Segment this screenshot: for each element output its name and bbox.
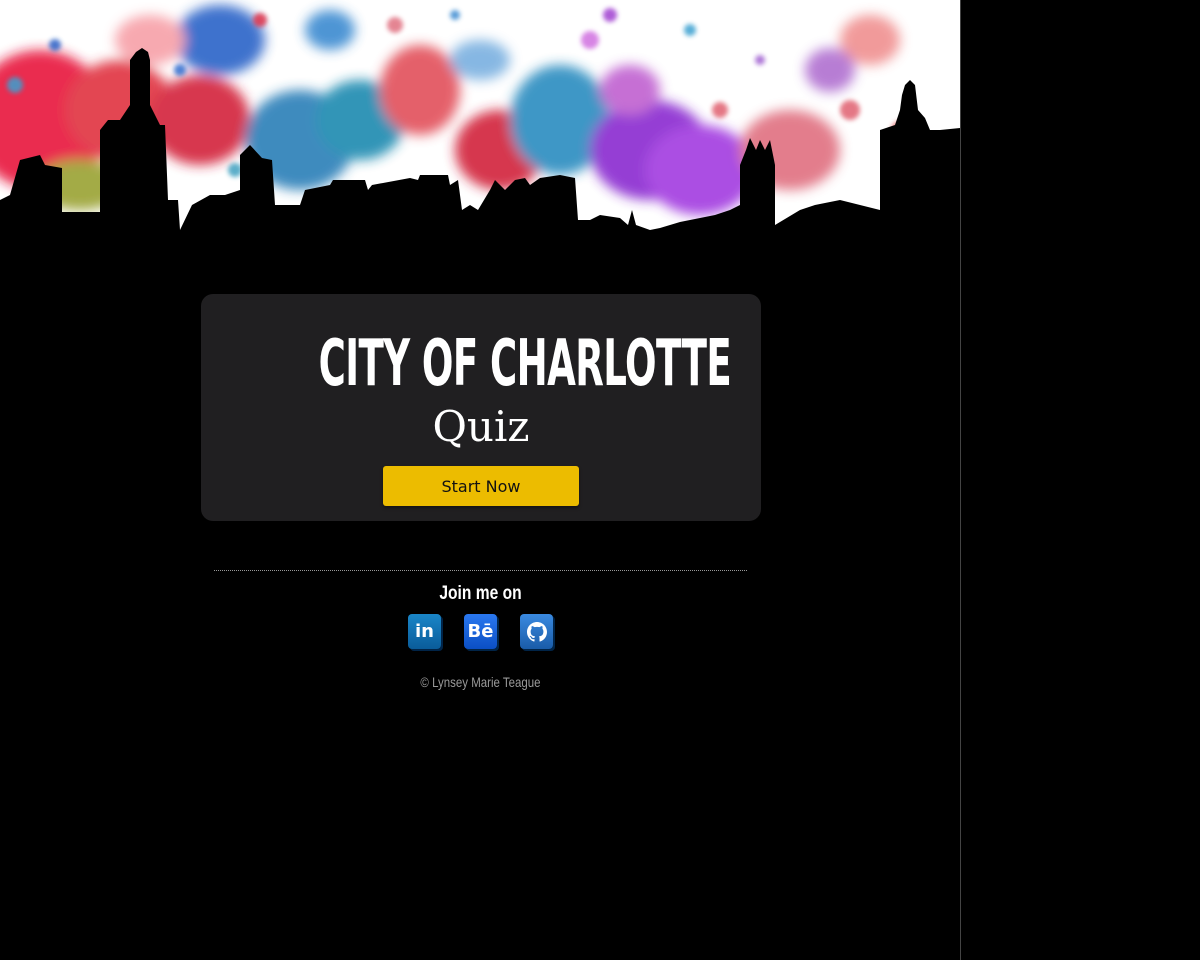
behance-icon[interactable]: Bē — [464, 614, 497, 649]
social-links: in Bē — [408, 614, 554, 650]
quiz-card: CITY OF CHARLOTTE Quiz Start Now — [201, 294, 761, 521]
page: CITY OF CHARLOTTE Quiz Start Now Join me… — [0, 0, 960, 960]
github-icon[interactable] — [520, 614, 553, 649]
copyright-text: © Lynsey Marie Teague — [420, 674, 541, 690]
linkedin-glyph: in — [415, 621, 434, 642]
hero-skyline-image — [0, 0, 960, 260]
behance-glyph: Bē — [467, 621, 494, 642]
start-now-button[interactable]: Start Now — [383, 466, 579, 506]
github-octocat-icon — [526, 621, 547, 642]
quiz-subtitle: Quiz — [432, 402, 530, 451]
join-me-heading: Join me on — [439, 583, 522, 604]
linkedin-icon[interactable]: in — [408, 614, 441, 649]
right-gutter — [960, 0, 1200, 960]
footer-divider — [214, 570, 747, 571]
quiz-title: CITY OF CHARLOTTE — [318, 327, 732, 401]
